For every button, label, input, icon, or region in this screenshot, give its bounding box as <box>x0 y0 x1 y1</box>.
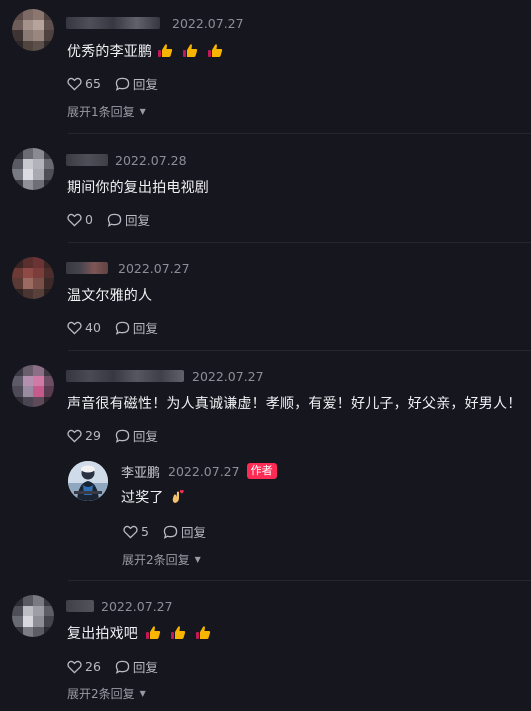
expand-replies-button[interactable]: 展开2条回复 ▼ <box>122 551 201 568</box>
like-count: 5 <box>141 524 149 539</box>
like-count: 40 <box>85 320 101 335</box>
caret-down-icon: ▼ <box>139 689 146 698</box>
reply-button[interactable]: 回复 <box>163 522 206 541</box>
divider <box>68 242 531 243</box>
heart-icon <box>67 321 82 335</box>
thumbs-up-icon <box>171 626 186 639</box>
reply-label: 回复 <box>132 429 158 444</box>
comment-date: 2022.07.27 <box>172 15 244 31</box>
like-button[interactable]: 5 <box>123 524 149 539</box>
reply-label: 回复 <box>132 77 158 92</box>
finger-heart-icon <box>172 490 184 503</box>
chat-bubble-icon <box>115 660 130 674</box>
author-badge: 作者 <box>246 463 277 479</box>
expand-replies-label: 展开2条回复 <box>67 687 135 701</box>
like-button[interactable]: 65 <box>67 76 101 91</box>
like-button[interactable]: 40 <box>67 320 101 335</box>
like-button[interactable]: 29 <box>67 428 101 443</box>
thumbs-up-icon <box>183 44 198 57</box>
reply-button[interactable]: 回复 <box>107 210 150 229</box>
reply-button[interactable]: 回复 <box>115 657 158 676</box>
comment-text: 声音很有磁性！为人真诚谦虚！孝顺，有爱！好儿子，好父亲，好男人！ <box>67 396 522 412</box>
divider <box>68 580 531 581</box>
username-blurred[interactable] <box>66 154 108 166</box>
expand-replies-label: 展开2条回复 <box>122 553 190 567</box>
comment-text: 温文尔雅的人 <box>67 288 153 304</box>
chat-bubble-icon <box>163 525 178 539</box>
heart-icon <box>67 660 82 674</box>
like-button[interactable]: 26 <box>67 659 101 674</box>
heart-icon <box>67 213 82 227</box>
reply-label: 回复 <box>132 660 158 675</box>
username-blurred[interactable] <box>66 600 94 612</box>
like-count: 65 <box>85 76 101 91</box>
reply-button[interactable]: 回复 <box>115 74 158 93</box>
like-button[interactable]: 0 <box>67 212 93 227</box>
avatar[interactable] <box>12 9 54 51</box>
caret-down-icon: ▼ <box>139 107 146 116</box>
chat-bubble-icon <box>115 77 130 91</box>
chat-bubble-icon <box>115 321 130 335</box>
cyclist-avatar-image <box>68 461 108 501</box>
username-blurred[interactable] <box>66 17 160 29</box>
heart-icon <box>67 429 82 443</box>
comment-date: 2022.07.28 <box>115 152 187 168</box>
comment-text: 复出拍戏吧 <box>67 623 211 643</box>
divider <box>68 350 531 351</box>
chat-bubble-icon <box>115 429 130 443</box>
heart-icon <box>67 77 82 91</box>
reply-text: 过奖了 <box>121 487 185 507</box>
comment-date: 2022.07.27 <box>118 260 190 276</box>
username-blurred[interactable] <box>66 262 108 274</box>
author-avatar[interactable] <box>68 461 108 501</box>
heart-icon <box>123 525 138 539</box>
comment-date: 2022.07.27 <box>101 598 173 614</box>
thumbs-up-icon <box>196 626 211 639</box>
username-blurred[interactable] <box>66 370 184 382</box>
thumbs-up-icon <box>146 626 161 639</box>
author-username[interactable]: 李亚鹏 <box>121 462 160 481</box>
comment-text: 优秀的李亚鹏 <box>67 41 223 61</box>
reply-button[interactable]: 回复 <box>115 426 158 445</box>
comment-date: 2022.07.27 <box>168 463 240 479</box>
thumbs-up-icon <box>208 44 223 57</box>
reply-label: 回复 <box>180 525 206 540</box>
thumbs-up-icon <box>158 44 173 57</box>
like-count: 0 <box>85 212 93 227</box>
like-count: 29 <box>85 428 101 443</box>
avatar[interactable] <box>12 365 54 407</box>
expand-replies-label: 展开1条回复 <box>67 105 135 119</box>
avatar[interactable] <box>12 257 54 299</box>
expand-replies-button[interactable]: 展开1条回复 ▼ <box>67 103 146 120</box>
comment-text: 期间你的复出拍电视剧 <box>67 180 209 196</box>
reply-button[interactable]: 回复 <box>115 318 158 337</box>
like-count: 26 <box>85 659 101 674</box>
avatar[interactable] <box>12 148 54 190</box>
avatar[interactable] <box>12 595 54 637</box>
chat-bubble-icon <box>107 213 122 227</box>
comment-date: 2022.07.27 <box>192 368 264 384</box>
reply-label: 回复 <box>132 321 158 336</box>
expand-replies-button[interactable]: 展开2条回复 ▼ <box>67 685 146 702</box>
divider <box>68 133 531 134</box>
caret-down-icon: ▼ <box>194 555 201 564</box>
reply-label: 回复 <box>124 213 150 228</box>
